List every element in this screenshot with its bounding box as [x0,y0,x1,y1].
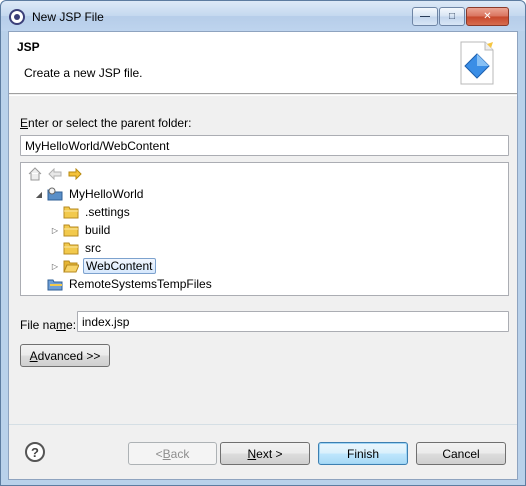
tree-item-settings[interactable]: .settings [63,203,132,221]
jsp-wizard-icon [460,41,494,85]
next-button[interactable]: Next > [220,442,310,465]
project-folder-icon [47,279,63,291]
file-name-input[interactable] [77,311,509,332]
title-bar[interactable]: New JSP File — □ ✕ [1,1,525,31]
folder-tree[interactable]: ◢ MyHelloWorld .settings ▷ build src ▷ W… [20,162,509,296]
page-title: JSP [17,40,40,54]
maximize-button[interactable]: □ [439,7,465,26]
finish-button[interactable]: Finish [318,442,408,465]
window-title: New JSP File [32,10,104,24]
tree-item-label: MyHelloWorld [69,187,144,201]
wizard-header: JSP Create a new JSP file. [9,32,517,94]
back-arrow-icon[interactable] [47,166,63,182]
folder-icon [63,242,79,255]
close-button[interactable]: ✕ [466,7,509,26]
collapsed-triangle-icon[interactable]: ▷ [50,225,60,235]
project-icon [47,187,63,201]
tree-item-myhelloworld[interactable]: ◢ MyHelloWorld [34,185,145,203]
tree-item-label: .settings [85,205,130,219]
folder-icon [63,206,79,219]
tree-item-src[interactable]: src [63,239,103,257]
header-separator [9,95,517,96]
eclipse-icon [9,9,25,25]
tree-item-label: WebContent [83,258,156,274]
forward-arrow-icon[interactable] [67,166,83,182]
folder-open-icon [63,260,79,273]
close-icon: ✕ [483,11,492,22]
footer-separator [9,424,517,425]
dialog-window: New JSP File — □ ✕ JSP Create a new JSP … [0,0,526,486]
help-icon[interactable]: ? [25,442,45,462]
minimize-button[interactable]: — [412,7,438,26]
advanced-button[interactable]: Advanced >> [20,344,110,367]
cancel-button[interactable]: Cancel [416,442,506,465]
dialog-client-area: JSP Create a new JSP file. Enter or sele… [8,31,518,480]
expanded-triangle-icon[interactable]: ◢ [34,189,44,199]
collapsed-triangle-icon[interactable]: ▷ [50,261,60,271]
tree-item-remotesystemstempfiles[interactable]: RemoteSystemsTempFiles [47,275,214,293]
page-description: Create a new JSP file. [24,66,143,80]
back-button[interactable]: < Back [128,442,217,465]
tree-item-label: src [85,241,101,255]
tree-toolbar [27,166,83,182]
tree-item-label: RemoteSystemsTempFiles [69,277,212,291]
minimize-icon: — [420,11,430,22]
file-name-label: File name: [20,318,77,332]
tree-item-build[interactable]: ▷ build [50,221,112,239]
maximize-icon: □ [448,11,456,22]
tree-item-label: build [85,223,111,237]
folder-icon [63,224,79,237]
parent-folder-label: Enter or select the parent folder: [20,116,192,130]
parent-folder-input[interactable] [20,135,509,156]
tree-item-webcontent[interactable]: ▷ WebContent [50,257,156,275]
home-icon[interactable] [27,166,43,182]
